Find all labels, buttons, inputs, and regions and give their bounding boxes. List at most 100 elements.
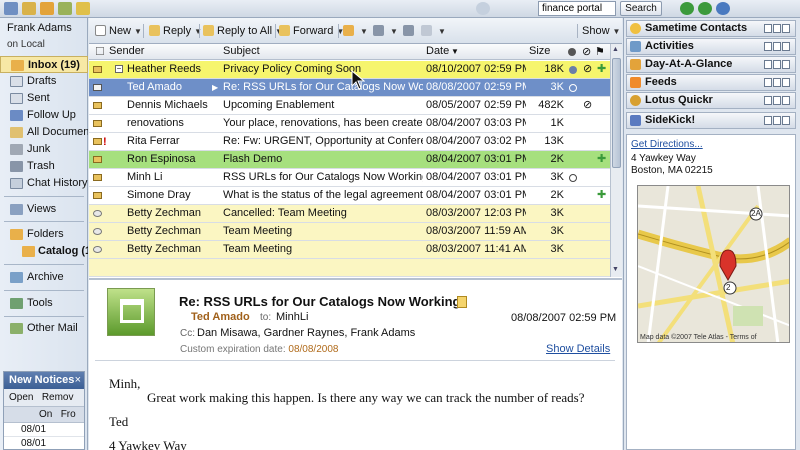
column-subject[interactable]: Subject — [223, 45, 260, 57]
delete-button[interactable] — [403, 23, 417, 39]
nav-catalog[interactable]: Catalog (1) — [0, 243, 88, 260]
panel-day-at-a-glance[interactable]: Day-At-A-Glance — [626, 56, 796, 73]
row-sender: Minh Li — [127, 171, 163, 183]
panel-controls[interactable] — [763, 59, 793, 70]
row-date: 08/08/2007 02:59 PM — [426, 81, 526, 93]
table-row[interactable]: ! Rita Ferrar Re: Fw: URGENT, Opportunit… — [89, 133, 610, 151]
list-item[interactable]: 08/01 — [4, 423, 84, 437]
list-scrollbar[interactable]: ▲ ▼ — [610, 44, 622, 277]
follow-up-button[interactable]: ▼ — [373, 23, 398, 39]
get-directions-link[interactable]: Get Directions... — [631, 139, 703, 150]
nav-folders[interactable]: Folders — [0, 226, 88, 243]
envelope-icon — [93, 102, 102, 109]
body-address-1: 4 Yawkey Way — [109, 438, 187, 450]
new-button[interactable]: New ▼ — [95, 23, 142, 39]
row-size: 2K — [550, 189, 564, 201]
row-sender: Dennis Michaels — [127, 99, 208, 111]
map-view[interactable]: 2A 2 Map data ©2007 Tele Atlas - Terms o… — [637, 185, 790, 343]
nav-sent[interactable]: Sent — [0, 90, 88, 107]
table-row[interactable]: Minh Li RSS URLs for Our Catalogs Now Wo… — [89, 169, 610, 187]
nav-inbox[interactable]: Inbox (19) — [0, 56, 88, 73]
calendar-icon[interactable] — [40, 2, 54, 15]
notices-open-button[interactable]: Open — [9, 392, 33, 403]
panel-controls[interactable] — [763, 41, 793, 52]
nav-trash[interactable]: Trash — [0, 158, 88, 175]
panel-controls[interactable] — [763, 77, 793, 88]
panel-feeds[interactable]: Feeds — [626, 74, 796, 91]
table-row[interactable]: Ron Espinosa Flash Demo 08/04/2007 03:01… — [89, 151, 610, 169]
panel-controls[interactable] — [763, 95, 793, 106]
scroll-thumb[interactable] — [612, 58, 621, 168]
more-button[interactable]: ▼ — [421, 23, 446, 39]
table-row[interactable]: Dennis Michaels Upcoming Enablement 08/0… — [89, 97, 610, 115]
nav-archive[interactable]: Archive — [0, 269, 88, 286]
more-icon — [421, 25, 432, 36]
reply-all-button[interactable]: Reply to All▼ — [203, 23, 283, 39]
move-to-folder-button[interactable]: ▼ — [343, 23, 368, 39]
table-row[interactable] — [89, 259, 610, 277]
row-subject: Your place, renovations, has been create… — [223, 117, 423, 129]
expiration-line: Custom expiration date: 08/08/2008 — [180, 344, 339, 355]
message-cc[interactable]: Dan Misawa, Gardner Raynes, Frank Adams — [197, 327, 415, 339]
close-icon[interactable]: × — [75, 372, 81, 389]
row-sender: renovations — [127, 117, 184, 129]
show-button[interactable]: Show ▼ — [582, 23, 620, 39]
attachment-icon: ⊘ — [582, 46, 592, 58]
panel-controls[interactable] — [763, 23, 793, 34]
nav-follow-up[interactable]: Follow Up — [0, 107, 88, 124]
table-row[interactable]: renovations Your place, renovations, has… — [89, 115, 610, 133]
chat-icon — [10, 178, 23, 189]
table-row[interactable]: Betty Zechman Cancelled: Team Meeting 08… — [89, 205, 610, 223]
table-row[interactable]: Ted Amado ▶ Re: RSS URLs for Our Catalog… — [89, 79, 610, 97]
table-row[interactable]: − Heather Reeds Privacy Policy Coming So… — [89, 61, 610, 79]
message-to[interactable]: MinhLi — [276, 311, 308, 323]
thread-expand-icon[interactable]: − — [115, 65, 123, 73]
flag-icon — [10, 110, 23, 121]
table-row[interactable]: Betty Zechman Team Meeting 08/03/2007 11… — [89, 223, 610, 241]
search-button[interactable]: Search — [620, 1, 662, 16]
nav-chat-history[interactable]: Chat History — [0, 175, 88, 192]
search-icon[interactable] — [476, 2, 490, 15]
status-icon — [568, 48, 576, 56]
forward-button[interactable]: Forward ▼ — [279, 23, 344, 39]
back-icon[interactable] — [680, 2, 694, 15]
nav-drafts[interactable]: Drafts — [0, 73, 88, 90]
search-input[interactable] — [538, 1, 616, 16]
table-row[interactable]: Simone Dray What is the status of the le… — [89, 187, 610, 205]
table-row[interactable]: Betty Zechman Team Meeting 08/03/2007 11… — [89, 241, 610, 259]
nav-all-documents[interactable]: All Documents — [0, 124, 88, 141]
row-sender: Simone Dray — [127, 189, 191, 201]
nav-other-mail[interactable]: Other Mail — [0, 320, 88, 337]
nav-divider — [4, 316, 84, 317]
contacts-icon[interactable] — [58, 2, 72, 15]
message-from[interactable]: Ted Amado — [191, 311, 250, 323]
attachment-icon: ⊘ — [583, 99, 593, 111]
scroll-up-icon[interactable]: ▲ — [612, 46, 619, 53]
forward-icon[interactable] — [698, 2, 712, 15]
nav-junk[interactable]: Junk — [0, 141, 88, 158]
nav-views[interactable]: Views — [0, 201, 88, 218]
sidekick-address-1: 4 Yawkey Way — [631, 153, 696, 164]
panel-sametime-contacts[interactable]: Sametime Contacts — [626, 20, 796, 37]
column-date[interactable]: Date — [426, 45, 449, 57]
list-item[interactable]: 08/01 — [4, 437, 84, 450]
message-date: 08/08/2007 02:59 PM — [511, 312, 617, 324]
show-details-link[interactable]: Show Details — [546, 343, 610, 355]
panel-activities[interactable]: Activities — [626, 38, 796, 55]
column-unread[interactable]: ☐ — [95, 45, 105, 58]
todo-icon[interactable] — [76, 2, 90, 15]
notices-remove-button[interactable]: Remov — [42, 392, 74, 403]
reply-button[interactable]: Reply▼ — [149, 23, 202, 39]
user-name: Frank Adams — [7, 22, 72, 34]
nav-tools[interactable]: Tools — [0, 295, 88, 312]
column-size[interactable]: Size — [529, 45, 550, 57]
column-sender[interactable]: Sender — [109, 45, 144, 57]
refresh-icon[interactable] — [716, 2, 730, 15]
scroll-down-icon[interactable]: ▼ — [612, 266, 619, 273]
home-icon[interactable] — [4, 2, 18, 15]
panel-sidekick[interactable]: SideKick! — [626, 112, 796, 129]
nav-divider — [4, 221, 84, 222]
mail-icon[interactable] — [22, 2, 36, 15]
panel-controls[interactable] — [763, 115, 793, 126]
panel-lotus-quickr[interactable]: Lotus Quickr — [626, 92, 796, 109]
